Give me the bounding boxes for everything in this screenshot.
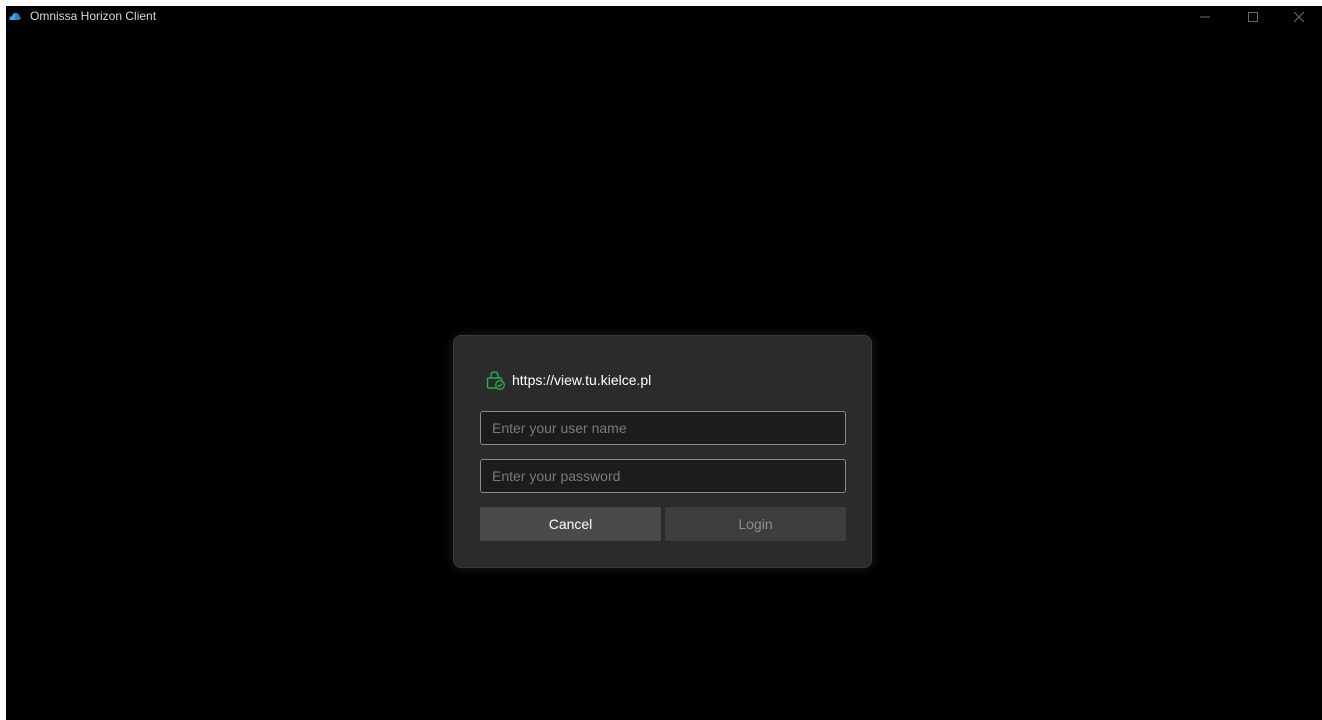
close-icon xyxy=(1294,12,1304,22)
cancel-button[interactable]: Cancel xyxy=(480,507,661,541)
server-url: https://view.tu.kielce.pl xyxy=(512,372,652,388)
server-info: https://view.tu.kielce.pl xyxy=(484,369,651,391)
login-button[interactable]: Login xyxy=(665,507,846,541)
cloud-app-icon xyxy=(9,13,21,20)
secure-server-icon xyxy=(486,371,505,390)
password-input[interactable] xyxy=(480,459,846,493)
title-bar[interactable]: Omnissa Horizon Client xyxy=(6,6,1322,28)
username-input[interactable] xyxy=(480,411,846,445)
login-dialog: https://view.tu.kielce.pl Cancel Login xyxy=(453,335,872,568)
minimize-button[interactable] xyxy=(1182,6,1228,28)
maximize-button[interactable] xyxy=(1230,6,1276,28)
minimize-icon xyxy=(1200,16,1210,18)
close-button[interactable] xyxy=(1276,6,1322,28)
maximize-icon xyxy=(1248,12,1258,22)
window-title: Omnissa Horizon Client xyxy=(30,9,157,23)
app-window: Omnissa Horizon Client https://view.tu.k… xyxy=(6,6,1322,720)
